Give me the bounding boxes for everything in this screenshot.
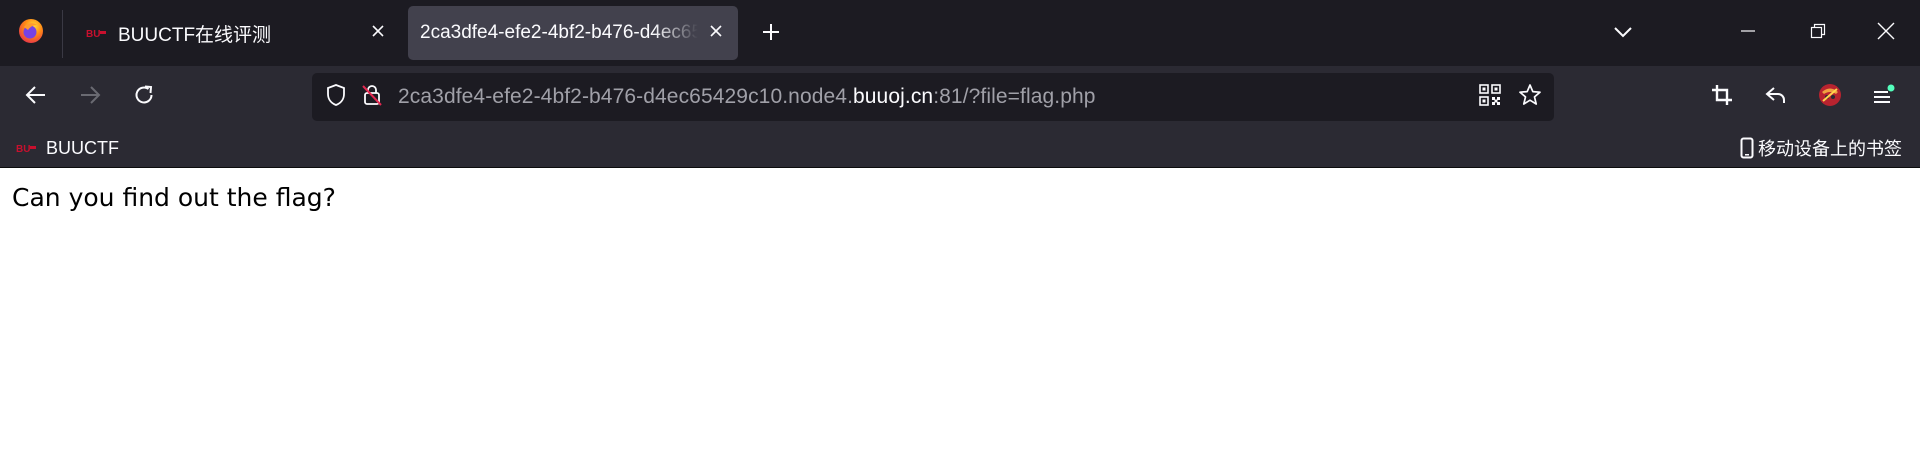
restore-button[interactable] xyxy=(1786,0,1850,66)
minimize-icon xyxy=(1740,23,1756,44)
svg-text:BU: BU xyxy=(16,144,30,155)
forward-button[interactable] xyxy=(70,77,110,117)
mobile-bookmarks-folder[interactable]: 移动设备上的书签 xyxy=(1740,134,1902,162)
tab-buuctf[interactable]: BU BUUCTF在线评测 xyxy=(72,6,400,60)
bookmark-label: BUUCTF xyxy=(46,137,119,158)
page-content: Can you find out the flag? xyxy=(0,169,1920,451)
extension-avatar-icon xyxy=(1817,82,1843,113)
navigation-toolbar: 2ca3dfe4-efe2-4bf2-b476-d4ec65429c10.nod… xyxy=(0,66,1920,128)
back-button[interactable] xyxy=(16,77,56,117)
tab-close-button[interactable] xyxy=(698,15,734,51)
bookmarks-toolbar: BU BUUCTF 移动设备上的书签 xyxy=(0,128,1920,168)
tab-title: 2ca3dfe4-efe2-4bf2-b476-d4ec65429c10.nod… xyxy=(420,22,698,43)
reload-button[interactable] xyxy=(124,77,164,117)
buuctf-favicon: BU xyxy=(16,140,38,156)
crop-icon xyxy=(1711,84,1733,111)
shield-icon xyxy=(325,83,347,112)
window-close-button[interactable] xyxy=(1854,0,1918,66)
url-text[interactable]: 2ca3dfe4-efe2-4bf2-b476-d4ec65429c10.nod… xyxy=(398,85,1096,109)
firefox-icon xyxy=(18,18,44,49)
tab-title: BUUCTF在线评测 xyxy=(118,24,272,46)
back-action-button[interactable] xyxy=(1756,77,1796,117)
close-icon xyxy=(371,22,385,44)
extension-button[interactable] xyxy=(1810,77,1850,117)
qr-code-button[interactable] xyxy=(1472,79,1508,115)
mobile-device-icon xyxy=(1740,137,1754,159)
arrow-right-icon xyxy=(79,85,101,110)
address-bar[interactable]: 2ca3dfe4-efe2-4bf2-b476-d4ec65429c10.nod… xyxy=(312,73,1554,121)
tracking-protection-button[interactable] xyxy=(318,79,354,115)
url-suffix: :81/?file=flag.php xyxy=(933,85,1096,108)
bookmark-star-button[interactable] xyxy=(1512,79,1548,115)
restore-icon xyxy=(1810,23,1826,44)
page-message: Can you find out the flag? xyxy=(12,183,336,212)
minimize-button[interactable] xyxy=(1716,0,1780,66)
close-icon xyxy=(709,22,723,44)
list-all-tabs-button[interactable] xyxy=(1604,15,1642,53)
hamburger-menu-icon xyxy=(1872,84,1896,111)
site-info-button[interactable] xyxy=(354,79,390,115)
url-prefix: 2ca3dfe4-efe2-4bf2-b476-d4ec65429c10.nod… xyxy=(398,85,853,108)
url-host: buuoj.cn xyxy=(853,85,934,108)
svg-text:BU: BU xyxy=(86,29,100,40)
star-icon xyxy=(1518,83,1542,112)
reply-arrow-icon xyxy=(1765,85,1787,110)
new-tab-button[interactable] xyxy=(752,15,790,53)
plus-icon xyxy=(761,22,781,47)
reload-icon xyxy=(133,84,155,111)
bookmark-buuctf[interactable]: BU BUUCTF xyxy=(16,134,119,162)
close-icon xyxy=(1877,22,1895,45)
arrow-left-icon xyxy=(25,85,47,110)
qr-code-icon xyxy=(1479,83,1501,111)
tab-strip: BU BUUCTF在线评测 2ca3dfe4-efe2-4bf2-b476-d4… xyxy=(0,0,1920,66)
chevron-down-icon xyxy=(1613,25,1633,43)
app-menu-button[interactable] xyxy=(1864,77,1904,117)
mobile-bookmarks-label: 移动设备上的书签 xyxy=(1758,139,1902,159)
tab-close-button[interactable] xyxy=(360,15,396,51)
firefox-view-button[interactable] xyxy=(0,0,62,66)
address-bar-actions xyxy=(1472,79,1548,115)
buuctf-favicon: BU xyxy=(86,24,108,42)
tab-active[interactable]: 2ca3dfe4-efe2-4bf2-b476-d4ec65429c10.nod… xyxy=(408,6,738,60)
insecure-lock-icon xyxy=(361,83,383,112)
screenshot-button[interactable] xyxy=(1702,77,1742,117)
tab-separator xyxy=(62,10,63,58)
